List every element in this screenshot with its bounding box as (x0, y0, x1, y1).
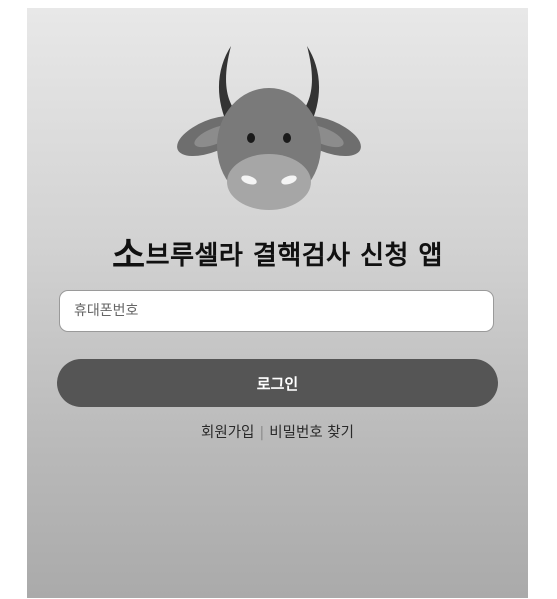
app-title: 소브루셀라 결핵검사 신청 앱 (27, 226, 528, 278)
account-links: 회원가입 | 비밀번호 찾기 (27, 421, 528, 442)
login-button[interactable]: 로그인 (57, 359, 498, 407)
phone-number-input[interactable] (59, 290, 494, 332)
cow-icon (177, 46, 361, 210)
login-screen: 소브루셀라 결핵검사 신청 앱 로그인 회원가입 |비밀번호 찾기 (27, 8, 528, 598)
app-title-prefix: 소 (112, 235, 146, 276)
left-eye (247, 133, 255, 143)
app-title-text: 브루셀라 결핵검사 신청 앱 (145, 241, 443, 271)
link-separator: | (259, 425, 265, 441)
right-eye (283, 133, 291, 143)
cow-muzzle (227, 154, 311, 210)
signup-link[interactable]: 회원가입 (201, 425, 254, 441)
find-password-link[interactable]: 비밀번호 찾기 (269, 425, 354, 441)
